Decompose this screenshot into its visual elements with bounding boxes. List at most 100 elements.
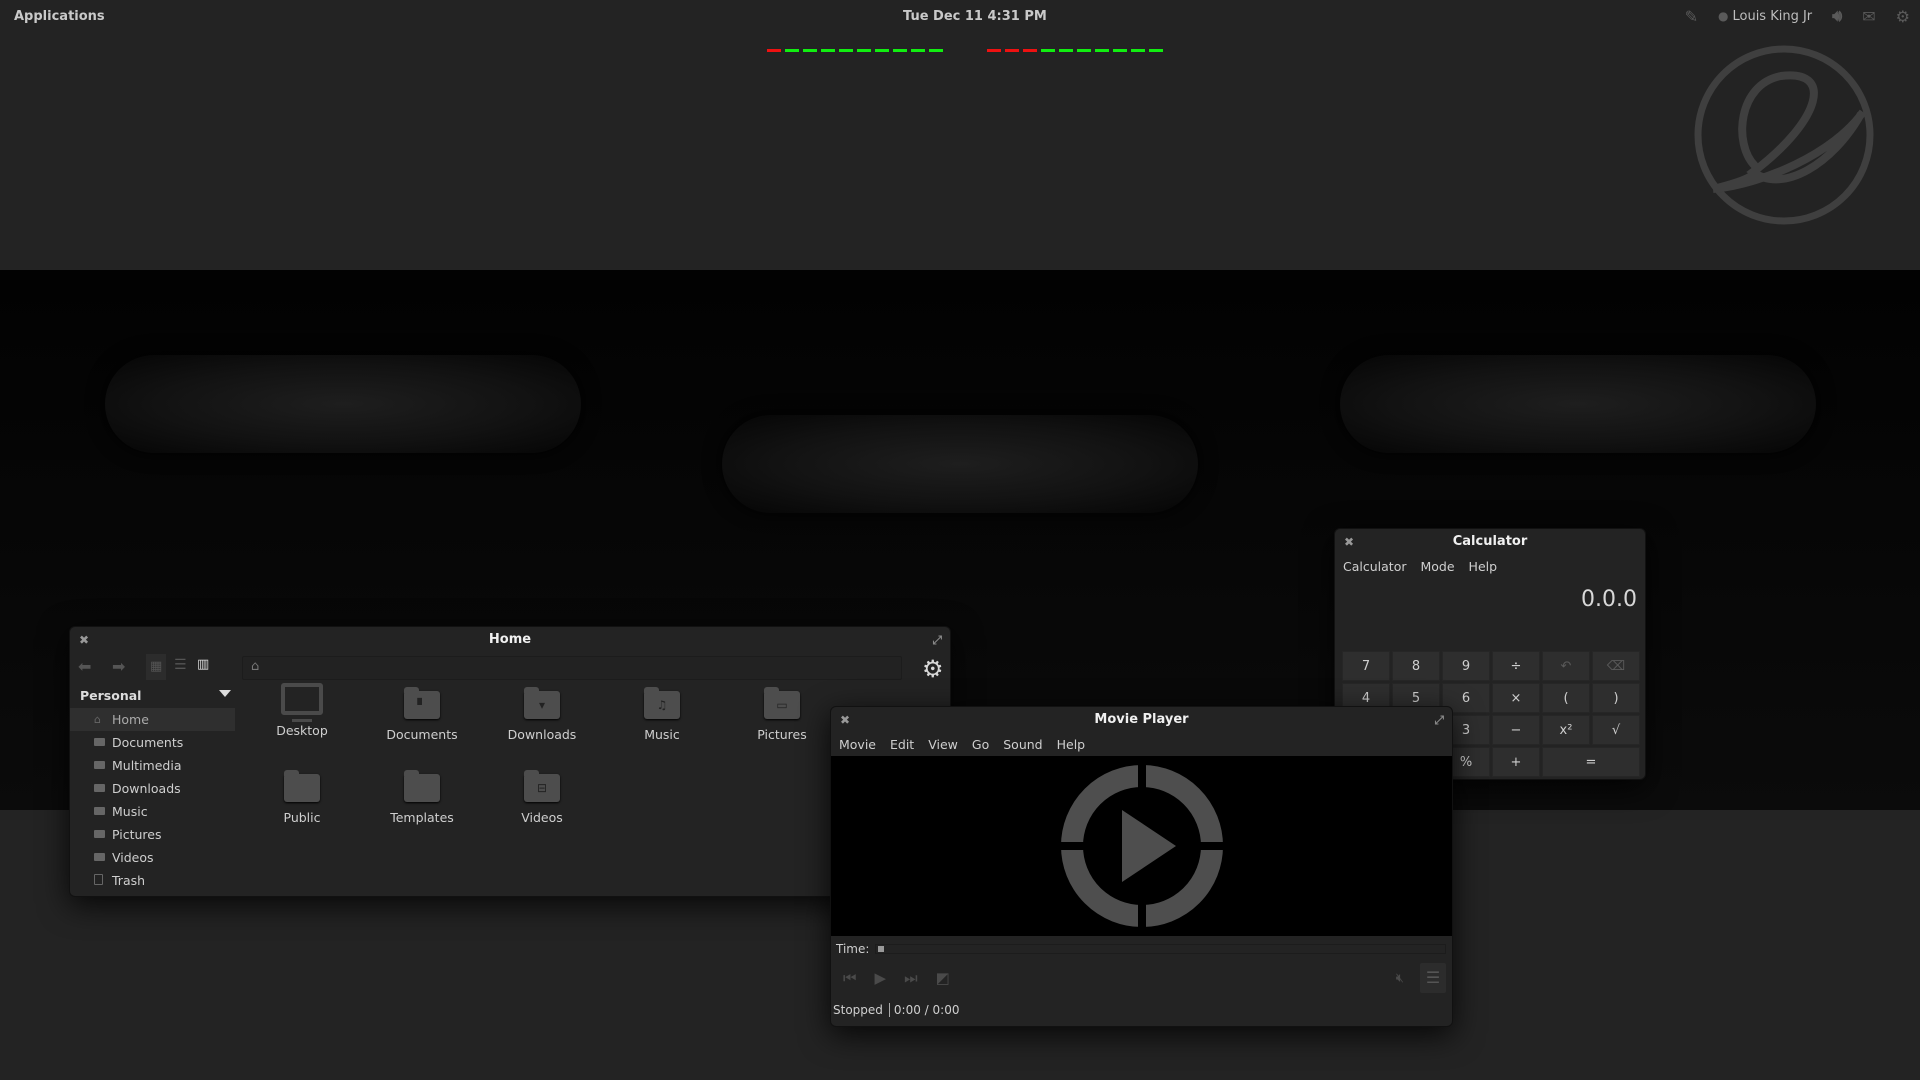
volume-icon[interactable]: 🔊︎ — [1832, 6, 1842, 26]
file-item-videos[interactable]: ⊟ Videos — [492, 764, 592, 825]
file-item-label: Public — [283, 810, 321, 825]
list-view-button[interactable]: ☰ — [174, 657, 187, 673]
key-2[interactable]: 9 — [1442, 651, 1490, 681]
fullscreen-button[interactable]: ◩ — [936, 969, 950, 987]
playback-status: Stopped — [833, 1003, 883, 1017]
sidebar-item-home[interactable]: ⌂ Home — [70, 708, 235, 731]
file-item-public[interactable]: Public — [252, 764, 352, 825]
close-icon[interactable]: ✖ — [840, 707, 850, 733]
sidebar-item-label: Documents — [112, 735, 184, 750]
meter-segment — [875, 49, 889, 52]
menu-help[interactable]: Help — [1469, 559, 1498, 574]
folder-icon — [284, 770, 320, 802]
folder-icon — [94, 853, 105, 861]
video-area[interactable] — [831, 756, 1452, 936]
key-3[interactable]: ÷ — [1492, 651, 1540, 681]
previous-button[interactable]: ⏮ — [843, 969, 857, 987]
sidebar-item-multimedia[interactable]: Multimedia — [70, 754, 235, 777]
meter-segment — [839, 49, 853, 52]
audio-meter-right — [987, 49, 1163, 52]
menu-sound[interactable]: Sound — [1003, 737, 1042, 752]
sidebar-item-downloads[interactable]: Downloads — [70, 777, 235, 800]
sidebar-item-music[interactable]: Music — [70, 800, 235, 823]
key-1[interactable]: 8 — [1392, 651, 1440, 681]
close-icon[interactable]: ✖ — [1344, 529, 1354, 555]
backspace-button[interactable]: ⌫ — [1592, 651, 1640, 681]
title-bar[interactable]: ✖ Calculator — [1335, 529, 1645, 555]
home-icon[interactable]: ⌂ — [251, 659, 259, 674]
close-icon[interactable]: ✖ — [79, 627, 89, 653]
menu-go[interactable]: Go — [972, 737, 989, 752]
workspace-thumbnail-1[interactable] — [105, 355, 581, 453]
meter-segment — [1077, 49, 1091, 52]
file-item-label: Music — [644, 727, 680, 742]
menu-edit[interactable]: Edit — [890, 737, 914, 752]
mute-icon[interactable]: 🔇︎ — [1396, 971, 1404, 986]
column-view-button[interactable]: ▥ — [197, 657, 209, 672]
file-item-label: Desktop — [276, 723, 328, 738]
title-bar[interactable]: ✖ Home ⤢ — [70, 627, 950, 653]
key-9[interactable]: × — [1492, 683, 1540, 713]
sidebar-item-label: Pictures — [112, 827, 162, 842]
sidebar-toggle-button[interactable]: ☰ — [1420, 963, 1446, 993]
key-15[interactable]: − — [1492, 715, 1540, 745]
title-bar[interactable]: ✖ Movie Player ⤢ — [831, 707, 1452, 733]
sidebar-item-label: Multimedia — [112, 758, 182, 773]
file-item-templates[interactable]: Templates — [372, 764, 472, 825]
sidebar-section-personal[interactable]: Personal — [70, 683, 235, 708]
sidebar-item-documents[interactable]: Documents — [70, 731, 235, 754]
pen-icon[interactable]: ✎ — [1685, 7, 1698, 26]
applications-menu[interactable]: Applications — [14, 9, 105, 24]
menu-help[interactable]: Help — [1057, 737, 1086, 752]
mail-icon[interactable]: ✉ — [1862, 7, 1875, 26]
sidebar-item-label: Trash — [112, 873, 146, 888]
user-menu[interactable]: ● Louis King Jr — [1718, 9, 1812, 24]
file-item-documents[interactable]: ▘ Documents — [372, 681, 472, 742]
menu-calculator[interactable]: Calculator — [1343, 559, 1406, 574]
sidebar-item-trash[interactable]: Trash — [70, 869, 235, 892]
file-item-label: Documents — [386, 727, 458, 742]
next-button[interactable]: ⏭ — [904, 969, 918, 987]
sidebar-item-label: Music — [112, 804, 148, 819]
undo-button[interactable]: ↶ — [1542, 651, 1590, 681]
seek-bar[interactable] — [875, 944, 1446, 954]
icon-view-button[interactable]: ▦ — [146, 654, 167, 680]
back-button[interactable]: ⬅ — [78, 657, 91, 676]
forward-button[interactable]: ➡ — [112, 657, 125, 676]
equals-button[interactable]: = — [1542, 747, 1640, 777]
meter-segment — [857, 49, 871, 52]
key-16[interactable]: x² — [1542, 715, 1590, 745]
workspace-thumbnail-2[interactable] — [722, 415, 1198, 513]
maximize-icon[interactable]: ⤢ — [1434, 707, 1444, 733]
maximize-icon[interactable]: ⤢ — [932, 627, 942, 653]
menu-view[interactable]: View — [928, 737, 958, 752]
location-bar[interactable]: ⌂ — [242, 656, 902, 680]
sidebar-item-label: Videos — [112, 850, 154, 865]
key-10[interactable]: ( — [1542, 683, 1590, 713]
key-11[interactable]: ) — [1592, 683, 1640, 713]
file-item-music[interactable]: ♫ Music — [612, 681, 712, 742]
play-button[interactable]: ▶ — [875, 969, 887, 987]
desktop-icon — [281, 683, 323, 722]
folder-icon — [94, 830, 105, 838]
menu-bar: Calculator Mode Help — [1335, 555, 1645, 577]
file-item-desktop[interactable]: Desktop — [252, 681, 352, 738]
sidebar-item-pictures[interactable]: Pictures — [70, 823, 235, 846]
clock[interactable]: Tue Dec 11 4:31 PM — [903, 9, 1047, 24]
menu-mode[interactable]: Mode — [1420, 559, 1454, 574]
file-item-pictures[interactable]: ▭ Pictures — [732, 681, 832, 742]
file-item-downloads[interactable]: ▾ Downloads — [492, 681, 592, 742]
seek-handle[interactable] — [878, 946, 885, 952]
key-17[interactable]: √ — [1592, 715, 1640, 745]
calculator-display: 0.0.0 — [1581, 587, 1637, 612]
gear-icon[interactable]: ⚙ — [922, 655, 944, 683]
power-icon[interactable]: ⚙ — [1896, 7, 1910, 26]
elementary-logo — [1694, 45, 1874, 225]
workspace-thumbnail-3[interactable] — [1340, 355, 1816, 453]
sidebar-item-videos[interactable]: Videos — [70, 846, 235, 869]
key-21[interactable]: + — [1492, 747, 1540, 777]
collapse-arrow-icon[interactable] — [219, 690, 231, 697]
key-0[interactable]: 7 — [1342, 651, 1390, 681]
trash-icon — [94, 874, 103, 885]
menu-movie[interactable]: Movie — [839, 737, 876, 752]
